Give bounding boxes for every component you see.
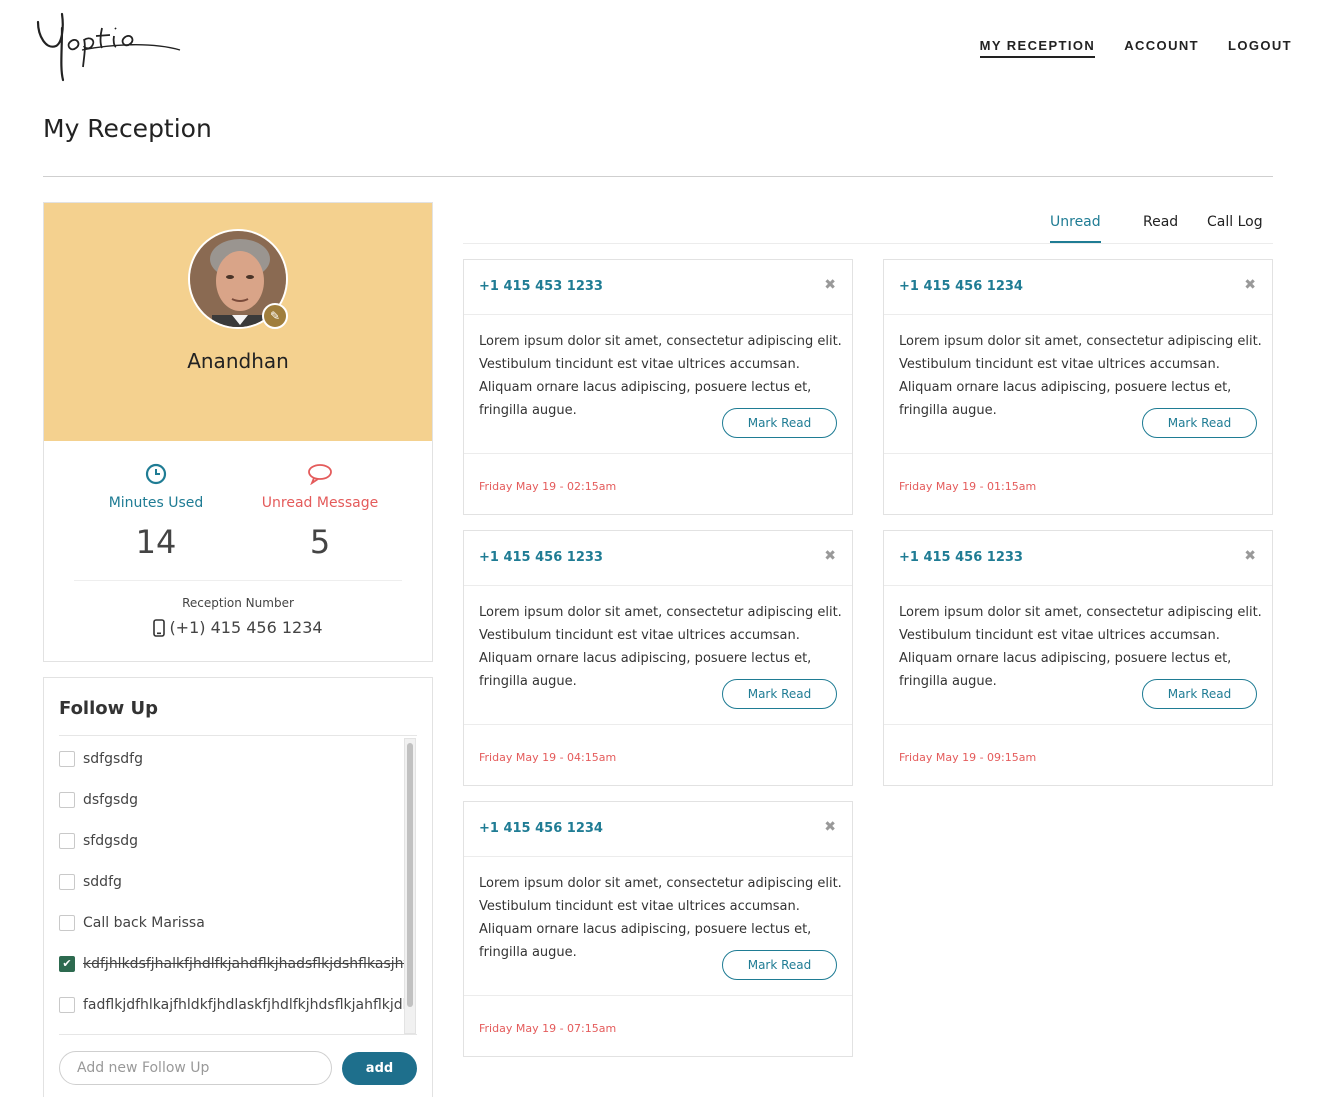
follow-up-item-text: sddfg bbox=[83, 873, 122, 890]
follow-up-item-text: fadflkjdfhlkajfhldkfjhdlaskfjhdlfkjhdsfl… bbox=[83, 996, 404, 1013]
nav-my-reception[interactable]: MY RECEPTION bbox=[979, 38, 1096, 58]
minutes-used-stat: Minutes Used 14 bbox=[74, 441, 238, 580]
nav-account[interactable]: ACCOUNT bbox=[1124, 38, 1199, 58]
follow-up-checkbox-checked[interactable]: ✔ bbox=[59, 955, 75, 972]
clock-icon bbox=[145, 463, 167, 485]
nav-logout[interactable]: LOGOUT bbox=[1228, 38, 1292, 58]
tab-call-log[interactable]: Call Log bbox=[1207, 214, 1263, 241]
follow-up-list[interactable]: sdfgsdfg dsfgsdg sfdgsdg sddfg Call back… bbox=[59, 738, 404, 1033]
follow-up-item-text: sdfgsdfg bbox=[83, 750, 143, 767]
follow-up-item-text: dsfgsdg bbox=[83, 791, 139, 808]
tab-read[interactable]: Read bbox=[1143, 214, 1178, 241]
reception-number-value: (+1) 415 456 1234 bbox=[169, 618, 323, 637]
close-icon[interactable]: ✖ bbox=[1244, 277, 1256, 293]
logo[interactable] bbox=[32, 6, 182, 84]
message-card: +1 415 456 1233 ✖ Lorem ipsum dolor sit … bbox=[883, 530, 1273, 786]
follow-up-item: sddfg bbox=[59, 861, 404, 902]
reception-number-label: Reception Number bbox=[182, 596, 294, 610]
minutes-used-label: Minutes Used bbox=[108, 495, 204, 511]
follow-up-checkbox[interactable] bbox=[59, 914, 75, 931]
main-nav: MY RECEPTION ACCOUNT LOGOUT bbox=[979, 38, 1292, 58]
unread-message-value: 5 bbox=[309, 523, 331, 561]
close-icon[interactable]: ✖ bbox=[1244, 548, 1256, 564]
message-header: +1 415 456 1234 ✖ bbox=[884, 260, 1272, 315]
message-date: Friday May 19 - 07:15am bbox=[479, 1022, 617, 1035]
follow-up-title: Follow Up bbox=[59, 698, 159, 719]
message-tabs: Unread Read Call Log bbox=[463, 202, 1273, 244]
message-phone[interactable]: +1 415 453 1233 bbox=[479, 279, 603, 294]
minutes-used-value: 14 bbox=[135, 523, 177, 561]
follow-up-checkbox[interactable] bbox=[59, 750, 75, 767]
close-icon[interactable]: ✖ bbox=[824, 819, 836, 835]
mark-read-button[interactable]: Mark Read bbox=[1142, 679, 1257, 709]
message-date: Friday May 19 - 04:15am bbox=[479, 751, 617, 764]
message-divider bbox=[464, 995, 852, 996]
follow-up-item-text: Call back Marissa bbox=[83, 914, 205, 931]
follow-up-item-text: sfdgsdg bbox=[83, 832, 139, 849]
profile-header: ✎ Anandhan bbox=[44, 203, 432, 441]
message-divider bbox=[884, 453, 1272, 454]
follow-up-checkbox[interactable] bbox=[59, 996, 75, 1013]
speech-bubble-icon bbox=[308, 464, 332, 485]
follow-up-card: Follow Up sdfgsdfg dsfgsdg sfdgsdg sddfg… bbox=[43, 677, 433, 1097]
mark-read-button[interactable]: Mark Read bbox=[722, 408, 837, 438]
add-follow-up-button[interactable]: add bbox=[342, 1052, 417, 1085]
mark-read-button[interactable]: Mark Read bbox=[722, 950, 837, 980]
edit-icon[interactable]: ✎ bbox=[262, 303, 288, 329]
close-icon[interactable]: ✖ bbox=[824, 277, 836, 293]
follow-up-divider bbox=[59, 735, 417, 736]
yoptio-logo-graphic bbox=[36, 12, 181, 82]
message-divider bbox=[464, 453, 852, 454]
follow-up-input[interactable] bbox=[59, 1051, 332, 1085]
profile-name: Anandhan bbox=[187, 349, 289, 373]
message-card: +1 415 456 1233 ✖ Lorem ipsum dolor sit … bbox=[463, 530, 853, 786]
unread-message-label: Unread Message bbox=[261, 495, 379, 511]
message-date: Friday May 19 - 09:15am bbox=[899, 751, 1037, 764]
tab-unread[interactable]: Unread bbox=[1050, 214, 1101, 243]
mobile-phone-icon bbox=[153, 618, 166, 637]
profile-card: ✎ Anandhan Minutes Used 14 Unread Messag… bbox=[43, 202, 433, 662]
message-header: +1 415 453 1233 ✖ bbox=[464, 260, 852, 315]
follow-up-checkbox[interactable] bbox=[59, 873, 75, 890]
follow-up-item: Call back Marissa bbox=[59, 902, 404, 943]
follow-up-item-text: kdfjhlkdsfjhalkfjhdlfkjahdflkjhadsflkjds… bbox=[83, 955, 404, 972]
message-header: +1 415 456 1233 ✖ bbox=[884, 531, 1272, 586]
message-phone[interactable]: +1 415 456 1233 bbox=[479, 550, 603, 565]
message-date: Friday May 19 - 01:15am bbox=[899, 480, 1037, 493]
page-title: My Reception bbox=[43, 114, 212, 143]
follow-up-item: ✔ kdfjhlkdsfjhalkfjhdlfkjahdflkjhadsflkj… bbox=[59, 943, 404, 984]
message-card: +1 415 456 1234 ✖ Lorem ipsum dolor sit … bbox=[463, 801, 853, 1057]
mark-read-button[interactable]: Mark Read bbox=[722, 679, 837, 709]
reception-number: (+1) 415 456 1234 bbox=[44, 618, 432, 637]
message-date: Friday May 19 - 02:15am bbox=[479, 480, 617, 493]
stats-row: Minutes Used 14 Unread Message 5 bbox=[74, 441, 402, 581]
message-phone[interactable]: +1 415 456 1233 bbox=[899, 550, 1023, 565]
message-phone[interactable]: +1 415 456 1234 bbox=[479, 821, 603, 836]
follow-up-item: sdfgsdfg bbox=[59, 738, 404, 779]
mark-read-button[interactable]: Mark Read bbox=[1142, 408, 1257, 438]
follow-up-item: dsfgsdg bbox=[59, 779, 404, 820]
message-card: +1 415 456 1234 ✖ Lorem ipsum dolor sit … bbox=[883, 259, 1273, 515]
close-icon[interactable]: ✖ bbox=[824, 548, 836, 564]
message-divider bbox=[884, 724, 1272, 725]
message-header: +1 415 456 1233 ✖ bbox=[464, 531, 852, 586]
message-divider bbox=[464, 724, 852, 725]
follow-up-bottom-divider bbox=[59, 1034, 417, 1035]
title-divider bbox=[43, 176, 1273, 177]
message-phone[interactable]: +1 415 456 1234 bbox=[899, 279, 1023, 294]
follow-up-checkbox[interactable] bbox=[59, 791, 75, 808]
unread-message-stat: Unread Message 5 bbox=[238, 441, 402, 580]
follow-up-scrollbar[interactable] bbox=[404, 738, 416, 1034]
follow-up-checkbox[interactable] bbox=[59, 832, 75, 849]
message-header: +1 415 456 1234 ✖ bbox=[464, 802, 852, 857]
follow-up-item: fadflkjdfhlkajfhldkfjhdlaskfjhdlfkjhdsfl… bbox=[59, 984, 404, 1025]
scrollbar-thumb[interactable] bbox=[407, 743, 413, 1007]
message-card: +1 415 453 1233 ✖ Lorem ipsum dolor sit … bbox=[463, 259, 853, 515]
follow-up-item: sfdgsdg bbox=[59, 820, 404, 861]
